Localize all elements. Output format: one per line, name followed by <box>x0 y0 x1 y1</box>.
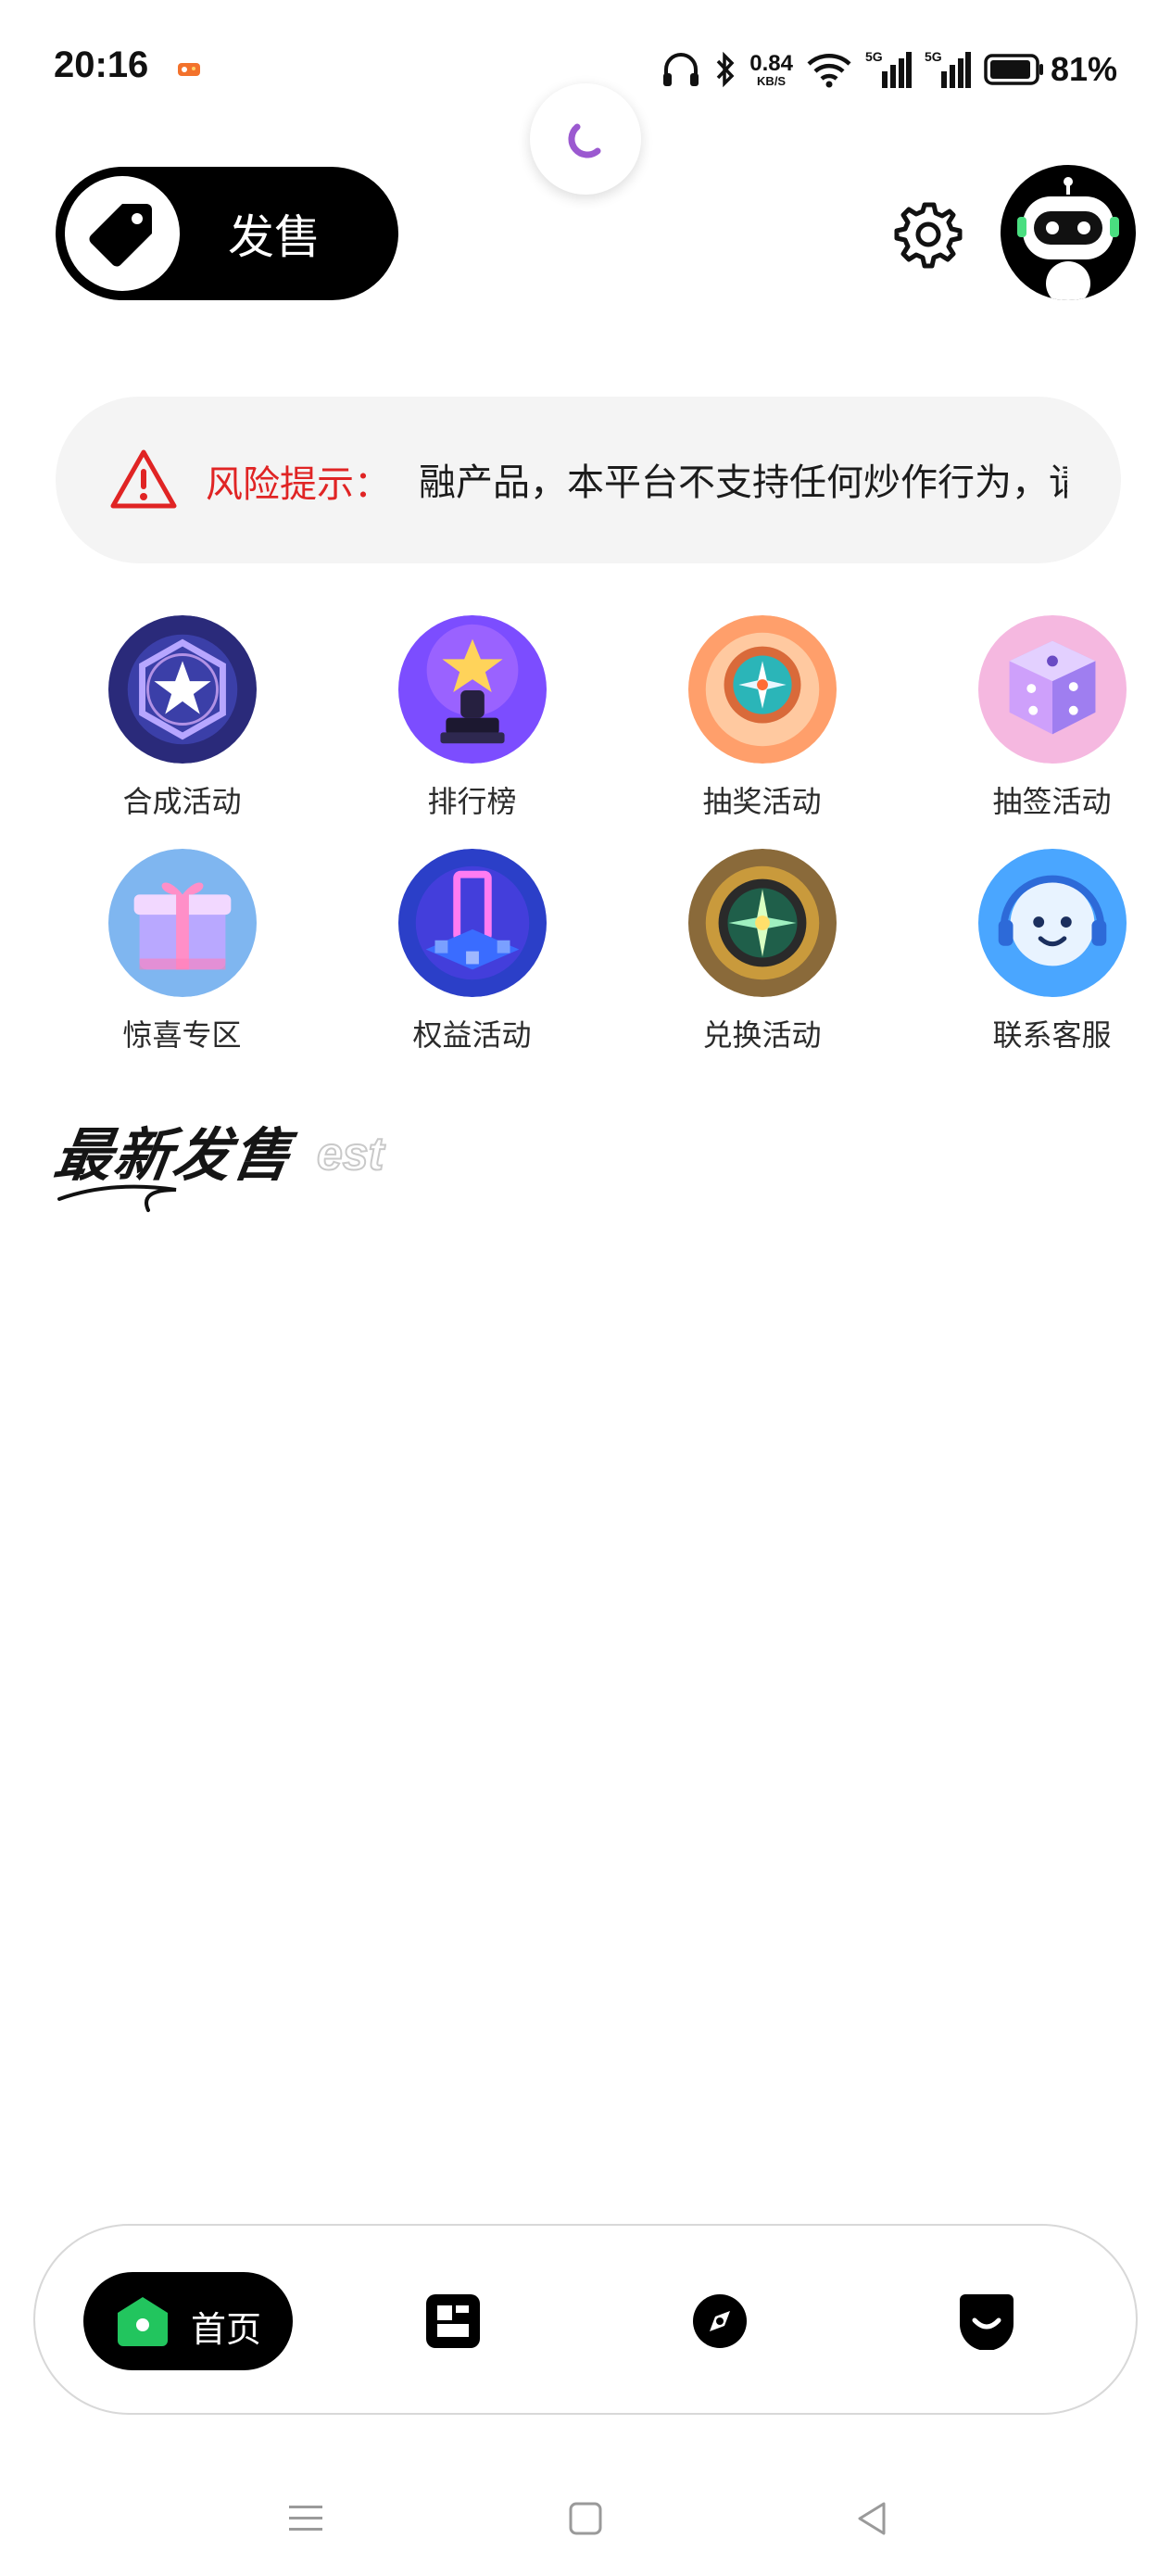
bottom-nav: 首页 <box>33 2224 1138 2415</box>
risk-notice[interactable]: 风险提示： 融产品，本平台不支持任何炒作行为，请 <box>56 397 1121 563</box>
signal-5g-2: 5G <box>925 49 971 90</box>
grid-label: 惊喜专区 <box>122 1017 242 1053</box>
discover-icon[interactable] <box>691 2292 749 2350</box>
tag-icon-wrap <box>65 176 180 291</box>
activity-grid: 合成活动 排行榜 抽奖活动 抽签活动 惊喜专区 权益活动 兑换活动 联系客服 <box>37 615 1149 1054</box>
signal-bars-icon <box>881 52 912 88</box>
game-notification-icon <box>178 63 200 76</box>
refresh-spinner <box>530 83 641 195</box>
exchange-compass-icon <box>687 849 837 997</box>
sale-button[interactable]: 发售 <box>56 167 398 300</box>
grid-label: 兑换活动 <box>702 1017 822 1053</box>
battery-icon <box>984 54 1043 85</box>
net-speed-unit: KB/S <box>757 73 787 88</box>
headphones-icon <box>663 53 699 86</box>
loading-icon <box>568 123 601 158</box>
grid-label: 抽签活动 <box>992 784 1112 819</box>
swoosh-decoration <box>57 1184 177 1212</box>
status-time: 20:16 <box>54 44 149 85</box>
menu-icon[interactable] <box>285 2498 326 2539</box>
back-icon[interactable] <box>852 2498 893 2539</box>
latest-sub: est <box>316 1127 384 1181</box>
robot-icon <box>1017 177 1119 300</box>
grid-label: 联系客服 <box>992 1017 1112 1053</box>
grid-item-lottery[interactable]: 抽奖活动 <box>617 615 907 821</box>
grid-label: 权益活动 <box>412 1017 532 1053</box>
price-tag-icon <box>89 204 152 267</box>
profile-icon[interactable] <box>958 2292 1015 2350</box>
grid-item-rights[interactable]: 权益活动 <box>327 849 617 1054</box>
customer-service-icon <box>977 849 1127 997</box>
dice-icon <box>977 615 1127 764</box>
grid-item-support[interactable]: 联系客服 <box>907 849 1171 1054</box>
grid-item-draw[interactable]: 抽签活动 <box>907 615 1171 821</box>
trophy-icon <box>397 615 547 764</box>
grid-item-exchange[interactable]: 兑换活动 <box>617 849 907 1054</box>
signal-bars-icon <box>940 52 971 88</box>
warning-icon <box>110 449 177 509</box>
grid-item-ranking[interactable]: 排行榜 <box>327 615 617 821</box>
grid-item-synthesis[interactable]: 合成活动 <box>37 615 327 821</box>
sale-label: 发售 <box>228 210 321 264</box>
grid-label: 合成活动 <box>122 784 242 819</box>
wifi-icon <box>807 54 851 88</box>
grid-item-surprise[interactable]: 惊喜专区 <box>37 849 327 1054</box>
battery-percent: 81% <box>1050 50 1117 88</box>
signal-5g-1: 5G <box>865 49 912 90</box>
risk-marquee: 融产品，本平台不支持任何炒作行为，请 <box>419 450 1067 510</box>
risk-label: 风险提示： <box>206 463 391 506</box>
net-speed: 0.84 KB/S <box>749 50 793 88</box>
grid-label: 抽奖活动 <box>702 784 822 819</box>
home-icon <box>118 2297 168 2346</box>
robot-avatar[interactable] <box>1001 165 1136 300</box>
risk-text: 融产品，本平台不支持任何炒作行为，请 <box>419 461 1067 504</box>
home-label: 首页 <box>191 2309 262 2350</box>
grid-label: 排行榜 <box>427 784 517 819</box>
battery: 81% <box>984 50 1117 89</box>
synthesis-star-icon <box>107 615 257 764</box>
lottery-compass-icon <box>687 615 837 764</box>
market-icon[interactable] <box>424 2292 482 2350</box>
nav-home[interactable]: 首页 <box>83 2272 293 2370</box>
gear-icon[interactable] <box>893 199 963 270</box>
latest-sale-heading: est 最新发售 <box>50 1108 426 1212</box>
gift-box-icon <box>107 849 257 997</box>
home-square-icon[interactable] <box>565 2498 606 2539</box>
bluetooth-icon <box>716 51 735 88</box>
system-nav-bar <box>0 2465 1171 2567</box>
net-speed-value: 0.84 <box>749 50 793 76</box>
portal-icon <box>397 849 547 997</box>
